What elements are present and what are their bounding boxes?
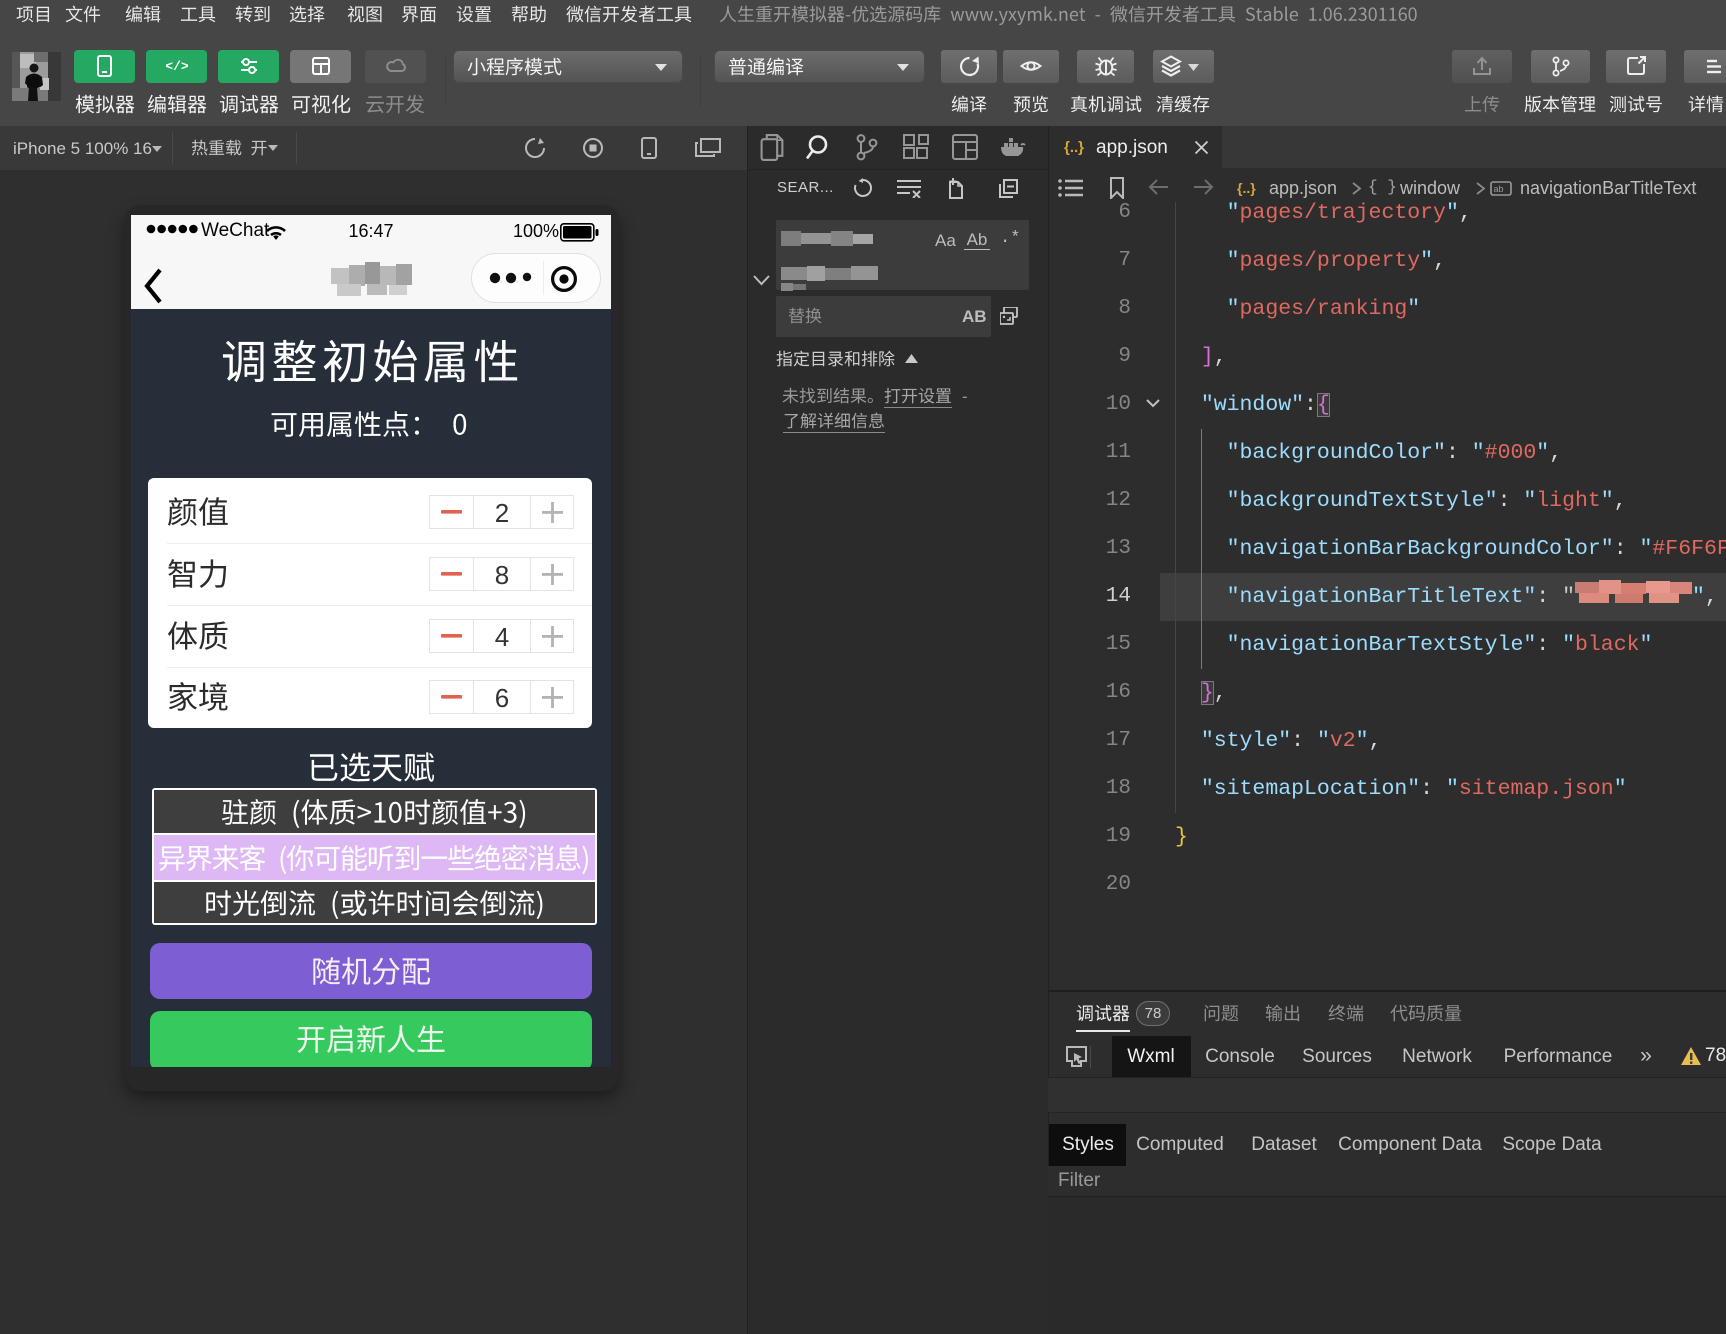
svg-text:ab: ab [1494,184,1504,194]
svg-text:{..}: {..} [1064,139,1084,156]
svg-text:{..}: {..} [1237,180,1256,196]
svg-text:</>: </> [166,59,188,74]
